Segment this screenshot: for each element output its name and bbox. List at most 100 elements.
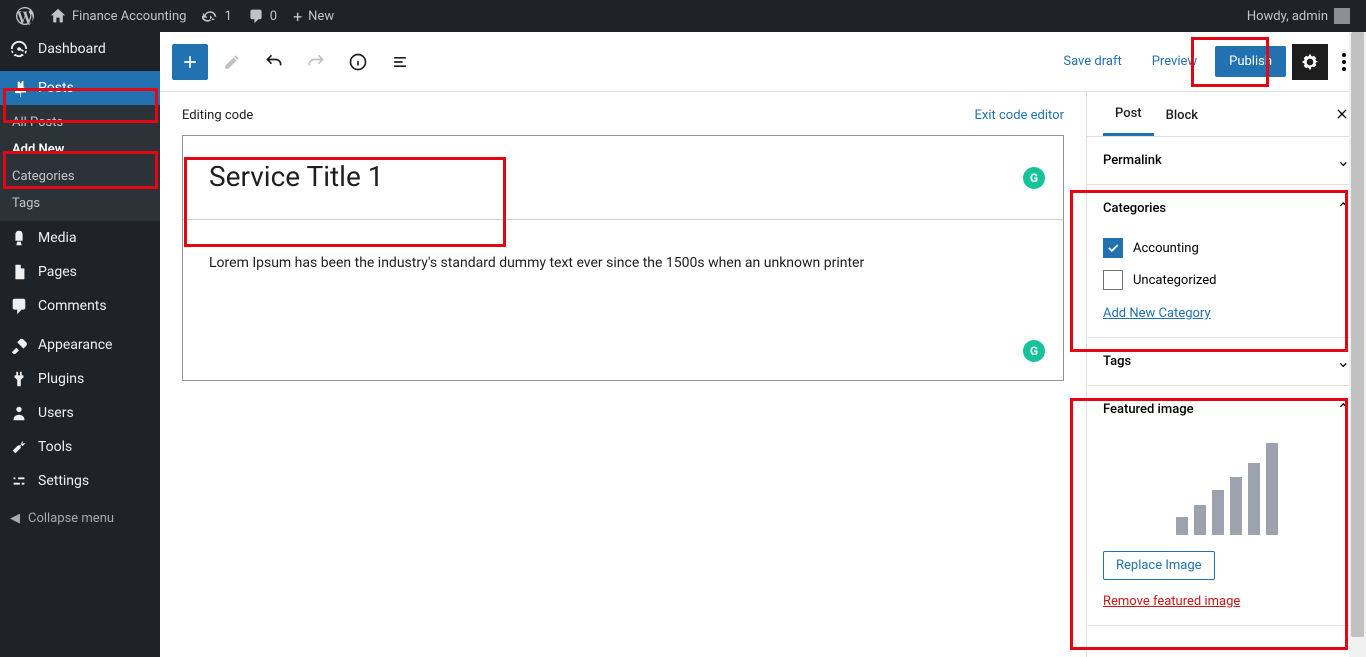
chevron-up-icon: ⌃ — [1337, 400, 1350, 419]
menu-pages-label: Pages — [38, 264, 77, 280]
menu-dashboard[interactable]: Dashboard — [0, 32, 160, 66]
gear-icon — [1300, 52, 1320, 72]
update-icon — [202, 8, 218, 24]
admin-bar: Finance Accounting 1 0 + New Howdy, admi… — [0, 0, 1366, 32]
updates-link[interactable]: 1 — [194, 0, 239, 32]
permalink-section-header[interactable]: Permalink ⌄ — [1087, 137, 1366, 184]
menu-media-label: Media — [38, 230, 77, 246]
close-panel-button[interactable] — [1334, 106, 1350, 122]
category-row: Accounting — [1103, 232, 1350, 264]
settings-icon — [10, 472, 30, 490]
tab-post[interactable]: Post — [1103, 92, 1154, 136]
admin-sidebar: Dashboard Posts All Posts Add New Catego… — [0, 32, 160, 657]
menu-pages[interactable]: Pages — [0, 255, 160, 289]
post-content-input[interactable]: Lorem Ipsum has been the industry's stan… — [183, 220, 1063, 380]
updates-count: 1 — [224, 9, 231, 24]
featured-image-preview[interactable] — [1103, 433, 1350, 551]
editing-code-label: Editing code — [182, 108, 253, 123]
replace-image-button[interactable]: Replace Image — [1103, 551, 1215, 580]
menu-appearance-label: Appearance — [38, 337, 112, 353]
pin-icon — [10, 79, 30, 97]
tools-icon — [10, 438, 30, 456]
howdy-link[interactable]: Howdy, admin — [1239, 0, 1358, 32]
edit-mode-button[interactable] — [214, 44, 250, 80]
menu-plugins[interactable]: Plugins — [0, 362, 160, 396]
menu-dashboard-label: Dashboard — [38, 41, 106, 57]
scrollbar-track — [1349, 32, 1366, 657]
users-icon — [10, 404, 30, 422]
grammarly-icon[interactable]: G — [1023, 340, 1045, 362]
featured-image-section-header[interactable]: Featured image ⌃ — [1087, 386, 1366, 433]
menu-settings-label: Settings — [38, 473, 89, 489]
pencil-icon — [223, 53, 241, 71]
menu-comments[interactable]: Comments — [0, 289, 160, 323]
editor-toolbar: Save draft Preview Publish — [160, 32, 1366, 92]
menu-settings[interactable]: Settings — [0, 464, 160, 498]
pages-icon — [10, 263, 30, 281]
tags-label: Tags — [1103, 354, 1131, 369]
comment-icon — [248, 8, 264, 24]
featured-image-body: Replace Image Remove featured image — [1087, 433, 1366, 625]
list-icon — [390, 52, 410, 72]
site-name-link[interactable]: Finance Accounting — [42, 0, 194, 32]
redo-button[interactable] — [298, 44, 334, 80]
menu-media[interactable]: Media — [0, 221, 160, 255]
menu-appearance[interactable]: Appearance — [0, 328, 160, 362]
add-block-button[interactable] — [172, 44, 208, 80]
add-category-link[interactable]: Add New Category — [1103, 306, 1211, 321]
menu-tools[interactable]: Tools — [0, 430, 160, 464]
category-checkbox-accounting[interactable] — [1103, 238, 1123, 258]
grammarly-icon[interactable]: G — [1023, 167, 1045, 189]
menu-tools-label: Tools — [38, 439, 72, 455]
exit-code-editor-link[interactable]: Exit code editor — [975, 108, 1064, 123]
comments-link[interactable]: 0 — [240, 0, 285, 32]
submenu-all-posts[interactable]: All Posts — [0, 109, 160, 136]
featured-image-label: Featured image — [1103, 402, 1194, 417]
info-icon — [348, 52, 368, 72]
home-icon — [50, 8, 66, 24]
outline-button[interactable] — [382, 44, 418, 80]
category-label: Accounting — [1133, 241, 1199, 256]
settings-panel: Post Block Permalink ⌄ Categories ⌃ — [1086, 92, 1366, 657]
code-editor-area: Service Title 1 G Lorem Ipsum has been t… — [182, 135, 1064, 381]
dashboard-icon — [10, 40, 30, 58]
categories-label: Categories — [1103, 201, 1166, 216]
info-button[interactable] — [340, 44, 376, 80]
remove-featured-image-link[interactable]: Remove featured image — [1103, 594, 1240, 609]
menu-comments-label: Comments — [38, 298, 107, 314]
wordpress-icon — [16, 7, 34, 25]
save-draft-button[interactable]: Save draft — [1051, 46, 1133, 77]
more-vertical-icon — [1342, 53, 1346, 71]
publish-button[interactable]: Publish — [1215, 46, 1286, 77]
appearance-icon — [10, 336, 30, 354]
menu-users[interactable]: Users — [0, 396, 160, 430]
redo-icon — [306, 52, 326, 72]
undo-icon — [264, 52, 284, 72]
submenu-add-new[interactable]: Add New — [0, 136, 160, 163]
chevron-up-icon: ⌃ — [1337, 199, 1350, 218]
submenu-categories[interactable]: Categories — [0, 163, 160, 190]
howdy-text: Howdy, admin — [1247, 9, 1328, 24]
post-title-input[interactable]: Service Title 1 G — [183, 136, 1063, 220]
undo-button[interactable] — [256, 44, 292, 80]
new-label: New — [308, 9, 334, 24]
settings-toggle-button[interactable] — [1292, 44, 1328, 80]
categories-section-header[interactable]: Categories ⌃ — [1087, 185, 1366, 232]
tab-block[interactable]: Block — [1154, 94, 1210, 135]
collapse-menu[interactable]: ◀ Collapse menu — [0, 503, 160, 534]
scrollbar-thumb[interactable] — [1351, 32, 1364, 637]
new-link[interactable]: + New — [285, 0, 342, 32]
post-title-text: Service Title 1 — [209, 160, 384, 193]
tags-section-header[interactable]: Tags ⌄ — [1087, 338, 1366, 385]
menu-posts[interactable]: Posts — [0, 71, 160, 105]
submenu-tags[interactable]: Tags — [0, 190, 160, 217]
bar-chart-icon — [1176, 443, 1278, 535]
preview-button[interactable]: Preview — [1140, 46, 1209, 77]
categories-body: Accounting Uncategorized Add New Categor… — [1087, 232, 1366, 337]
wp-logo[interactable] — [8, 0, 42, 32]
category-label: Uncategorized — [1133, 273, 1216, 288]
submenu-posts: All Posts Add New Categories Tags — [0, 105, 160, 221]
chevron-down-icon: ⌄ — [1337, 151, 1350, 170]
collapse-icon: ◀ — [10, 511, 20, 526]
category-checkbox-uncategorized[interactable] — [1103, 270, 1123, 290]
